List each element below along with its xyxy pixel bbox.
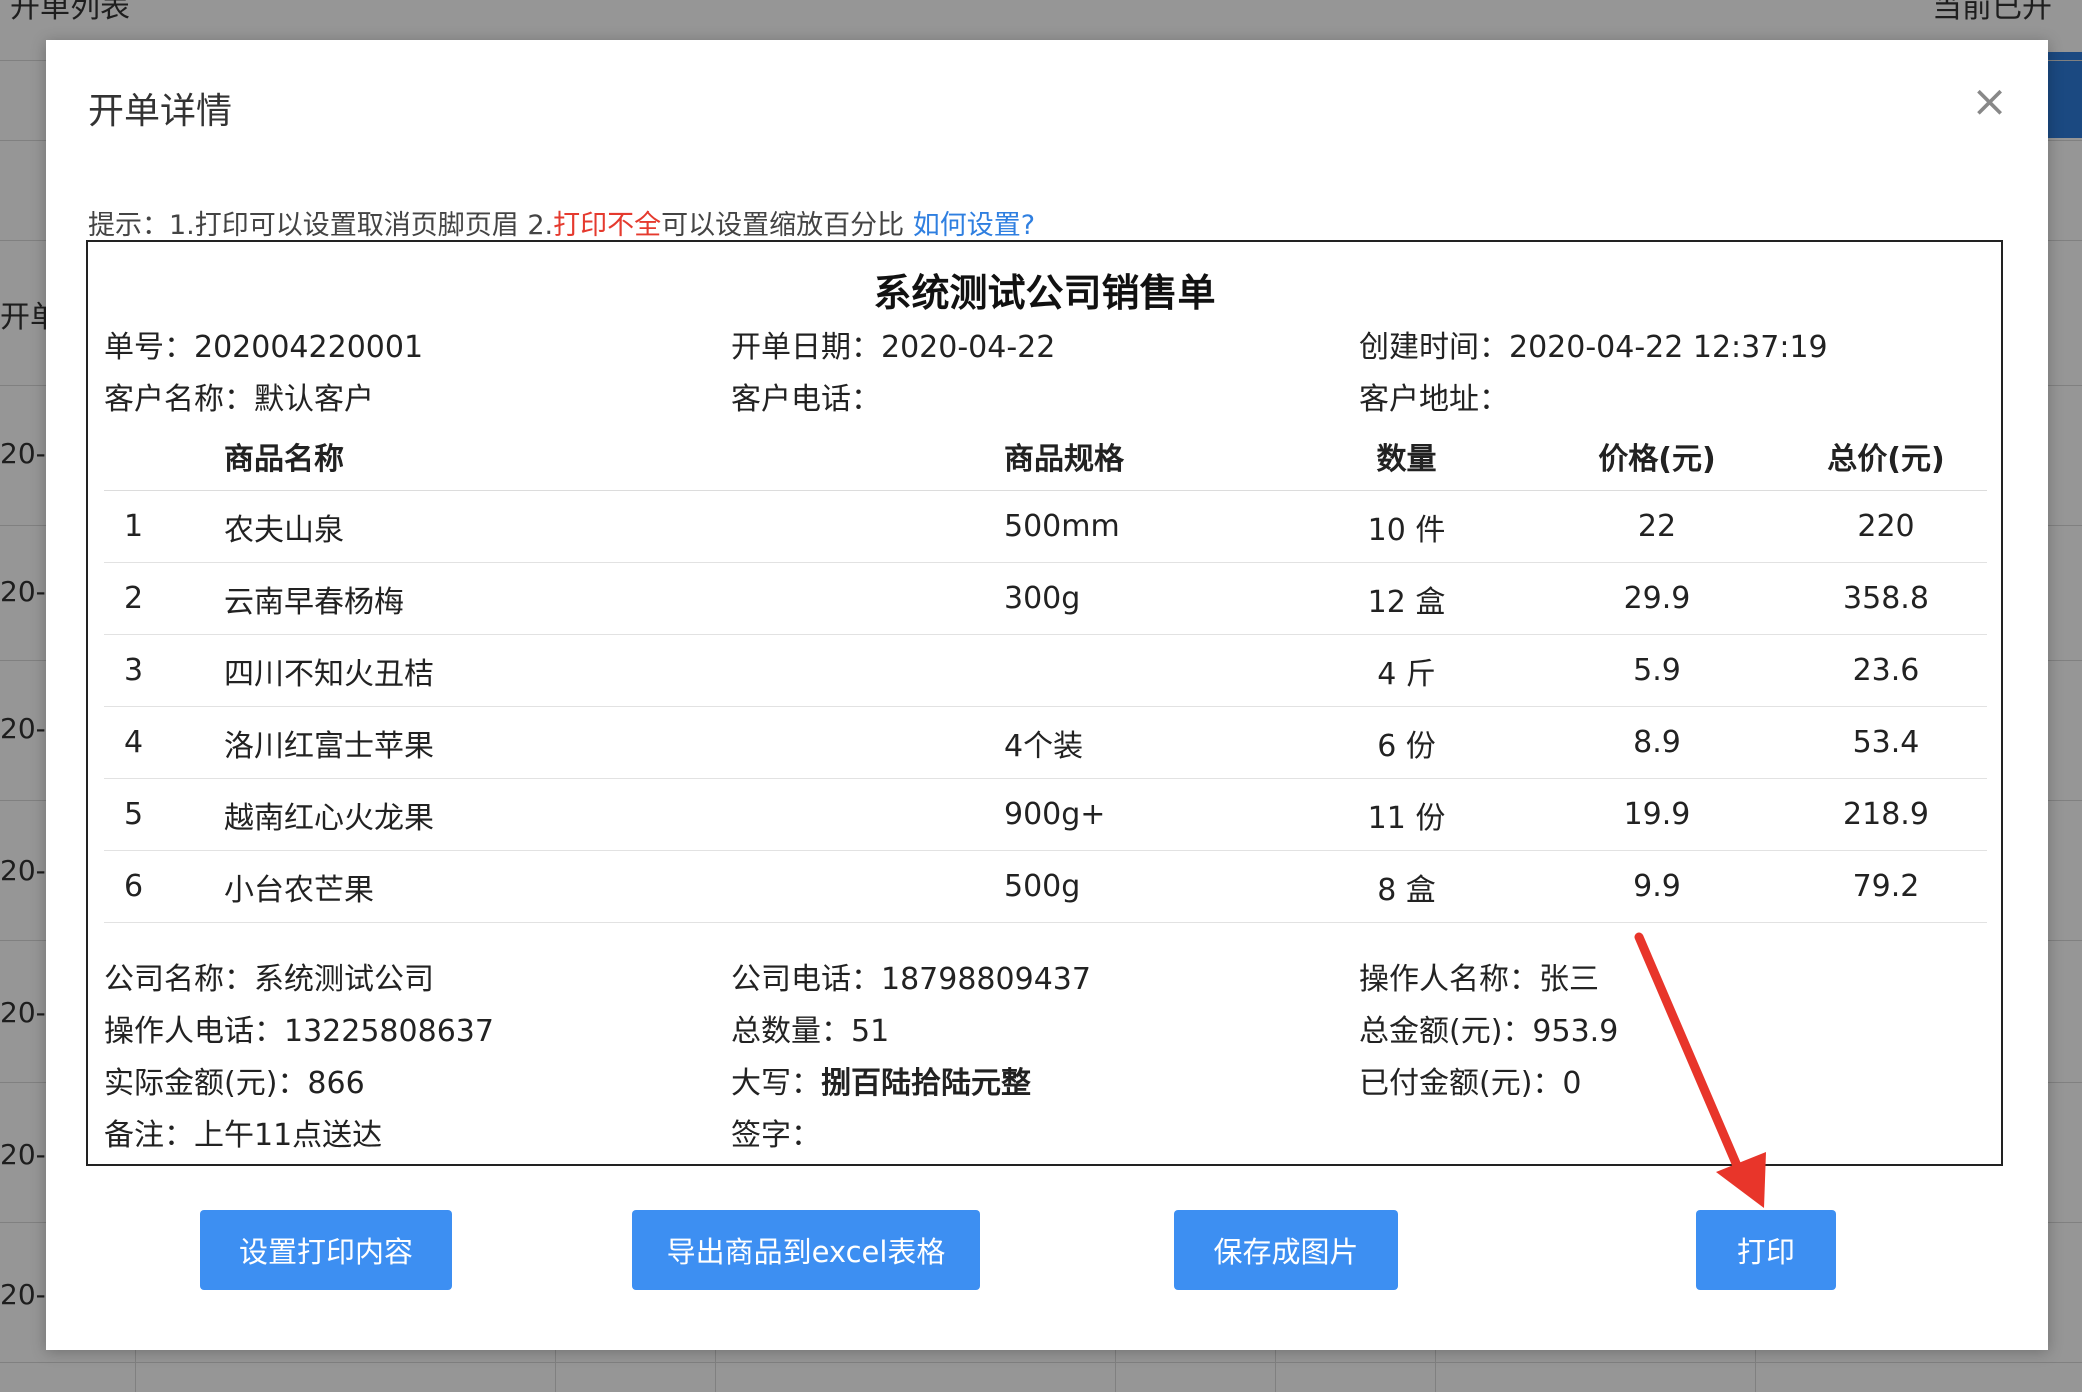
company-phone: 公司电话：18798809437 — [731, 962, 1091, 997]
remark: 备注：上午11点送达 — [104, 1118, 383, 1153]
column-header-spec: 商品规格 — [1004, 422, 1284, 491]
column-header-index — [104, 422, 224, 491]
save-as-image-button[interactable]: 保存成图片 — [1174, 1210, 1398, 1290]
created-time: 创建时间：2020-04-22 12:37:19 — [1359, 330, 1828, 365]
order-date: 开单日期：2020-04-22 — [731, 330, 1056, 365]
modal-title: 开单详情 — [88, 91, 233, 132]
cell-name: 越南红心火龙果 — [224, 778, 1004, 851]
cell-quantity: 10 件 — [1284, 490, 1529, 563]
table-row: 4 洛川红富士苹果 4个装 6 份 8.9 53.4 — [104, 706, 1987, 779]
amount-in-words-value: 捌百陆拾陆元整 — [821, 1066, 1031, 1101]
table-row: 1 农夫山泉 500mm 10 件 22 220 — [104, 490, 1987, 563]
export-excel-button[interactable]: 导出商品到excel表格 — [632, 1210, 980, 1290]
cell-name: 四川不知火丑桔 — [224, 634, 1004, 707]
table-row: 2 云南早春杨梅 300g 12 盒 29.9 358.8 — [104, 562, 1987, 635]
cell-name: 洛川红富士苹果 — [224, 706, 1004, 779]
cell-quantity: 4 斤 — [1284, 634, 1529, 707]
operator-phone: 操作人电话：13225808637 — [104, 1014, 494, 1049]
cell-spec: 300g — [1004, 562, 1284, 635]
sheet-title: 系统测试公司销售单 — [873, 271, 1216, 315]
cell-total: 79.2 — [1785, 850, 1987, 923]
cell-quantity: 8 盒 — [1284, 850, 1529, 923]
paid-amount: 已付金额(元)：0 — [1359, 1066, 1582, 1101]
close-icon[interactable]: × — [1971, 80, 2008, 124]
cell-index: 5 — [104, 778, 224, 851]
cell-total: 220 — [1785, 490, 1987, 563]
table-row: 5 越南红心火龙果 900g+ 11 份 19.9 218.9 — [104, 778, 1987, 851]
cell-price: 29.9 — [1529, 562, 1785, 635]
cell-price: 22 — [1529, 490, 1785, 563]
signature: 签字： — [731, 1118, 821, 1153]
cell-spec: 500mm — [1004, 490, 1284, 563]
sales-order-sheet: 系统测试公司销售单 单号：202004220001 开单日期：2020-04-2… — [86, 240, 2003, 1166]
cell-name: 农夫山泉 — [224, 490, 1004, 563]
cell-index: 6 — [104, 850, 224, 923]
cell-price: 9.9 — [1529, 850, 1785, 923]
order-detail-modal: 开单详情 × 提示：1.打印可以设置取消页脚页眉 2.打印不全可以设置缩放百分比… — [46, 40, 2048, 1350]
actual-amount: 实际金额(元)：866 — [104, 1066, 365, 1101]
cell-quantity: 6 份 — [1284, 706, 1529, 779]
cell-index: 1 — [104, 490, 224, 563]
hint-text-continued: 可以设置缩放百分比 — [661, 210, 913, 241]
set-print-content-button[interactable]: 设置打印内容 — [200, 1210, 452, 1290]
cell-index: 2 — [104, 562, 224, 635]
how-to-set-link[interactable]: 如何设置? — [913, 210, 1035, 241]
cell-spec: 900g+ — [1004, 778, 1284, 851]
cell-price: 8.9 — [1529, 706, 1785, 779]
customer-address: 客户地址： — [1359, 382, 1509, 417]
cell-spec: 500g — [1004, 850, 1284, 923]
company-name: 公司名称：系统测试公司 — [104, 962, 434, 997]
cell-price: 19.9 — [1529, 778, 1785, 851]
cell-index: 4 — [104, 706, 224, 779]
cell-total: 23.6 — [1785, 634, 1987, 707]
hint-warning-text: 打印不全 — [553, 210, 662, 241]
cell-index: 3 — [104, 634, 224, 707]
column-header-name: 商品名称 — [224, 422, 1004, 491]
total-amount: 总金额(元)：953.9 — [1359, 1014, 1619, 1049]
table-header-row: 商品名称 商品规格 数量 价格(元) 总价(元) — [104, 422, 1987, 491]
cell-price: 5.9 — [1529, 634, 1785, 707]
table-row: 6 小台农芒果 500g 8 盒 9.9 79.2 — [104, 850, 1987, 923]
column-header-quantity: 数量 — [1284, 422, 1529, 491]
cell-name: 云南早春杨梅 — [224, 562, 1004, 635]
cell-spec — [1004, 634, 1284, 707]
cell-total: 53.4 — [1785, 706, 1987, 779]
table-row: 3 四川不知火丑桔 4 斤 5.9 23.6 — [104, 634, 1987, 707]
items-table: 商品名称 商品规格 数量 价格(元) 总价(元) 1 农夫山泉 500mm 10… — [104, 422, 1987, 923]
print-hint: 提示：1.打印可以设置取消页脚页眉 2.打印不全可以设置缩放百分比 如何设置? — [88, 203, 1035, 242]
cell-name: 小台农芒果 — [224, 850, 1004, 923]
cell-quantity: 11 份 — [1284, 778, 1529, 851]
hint-text: 提示：1.打印可以设置取消页脚页眉 2. — [88, 210, 554, 241]
cell-total: 218.9 — [1785, 778, 1987, 851]
cell-spec: 4个装 — [1004, 706, 1284, 779]
customer-phone: 客户电话： — [731, 382, 881, 417]
cell-quantity: 12 盒 — [1284, 562, 1529, 635]
print-button[interactable]: 打印 — [1696, 1210, 1836, 1290]
amount-in-words: 大写：捌百陆拾陆元整 — [731, 1058, 1031, 1102]
column-header-total: 总价(元) — [1785, 422, 1987, 491]
column-header-price: 价格(元) — [1529, 422, 1785, 491]
amount-in-words-label: 大写： — [731, 1066, 821, 1101]
total-quantity: 总数量：51 — [731, 1014, 890, 1049]
order-number: 单号：202004220001 — [104, 330, 424, 365]
customer-name: 客户名称：默认客户 — [104, 382, 374, 417]
operator-name: 操作人名称：张三 — [1359, 962, 1599, 997]
cell-total: 358.8 — [1785, 562, 1987, 635]
